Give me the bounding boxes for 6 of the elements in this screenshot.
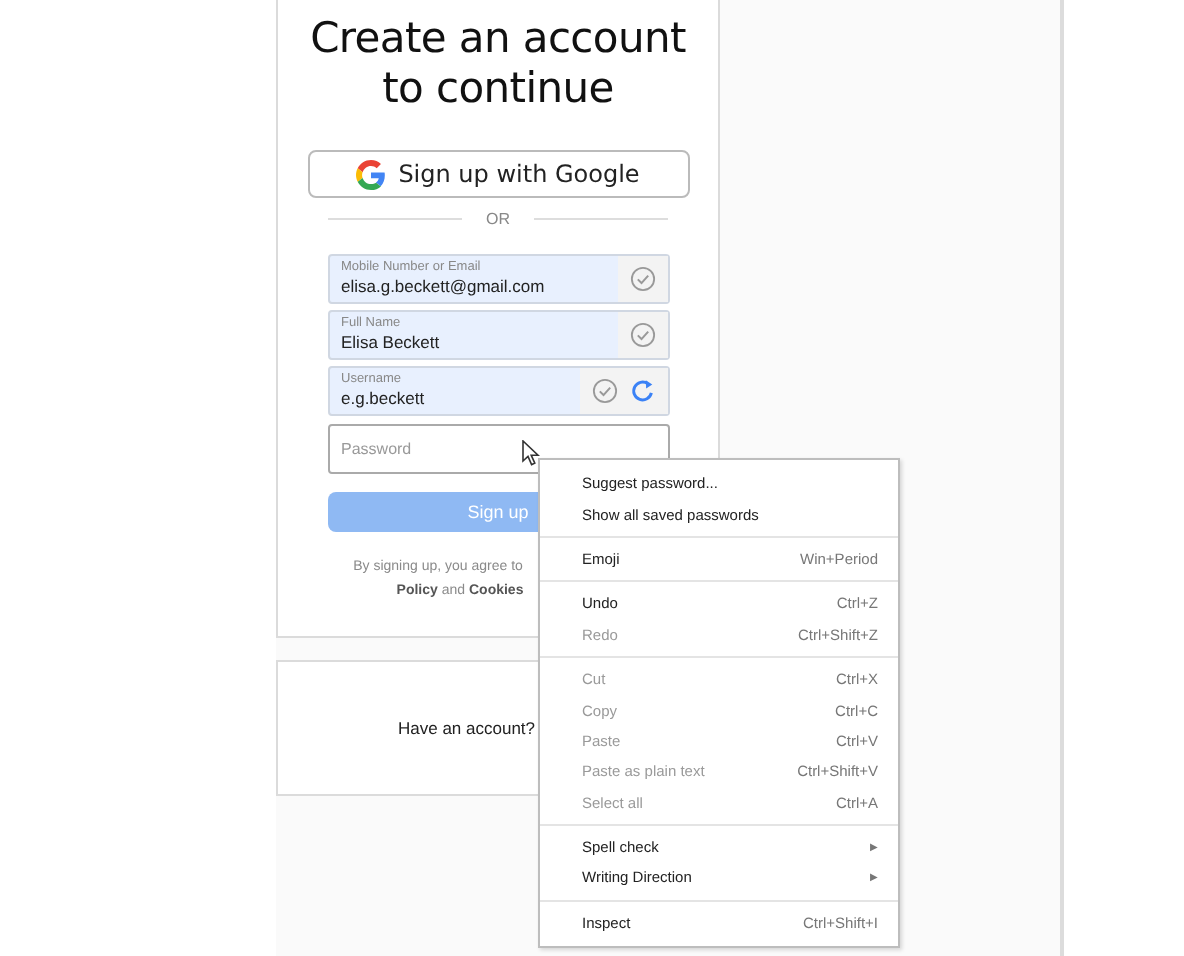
refresh-icon[interactable] xyxy=(629,378,655,404)
or-divider-text: OR xyxy=(486,210,510,228)
page-title: Create an account to continue xyxy=(308,14,688,114)
google-signup-button[interactable]: Sign up with Google xyxy=(307,150,689,198)
login-prompt-text: Have an account? xyxy=(398,718,536,738)
google-g-icon xyxy=(356,159,387,189)
